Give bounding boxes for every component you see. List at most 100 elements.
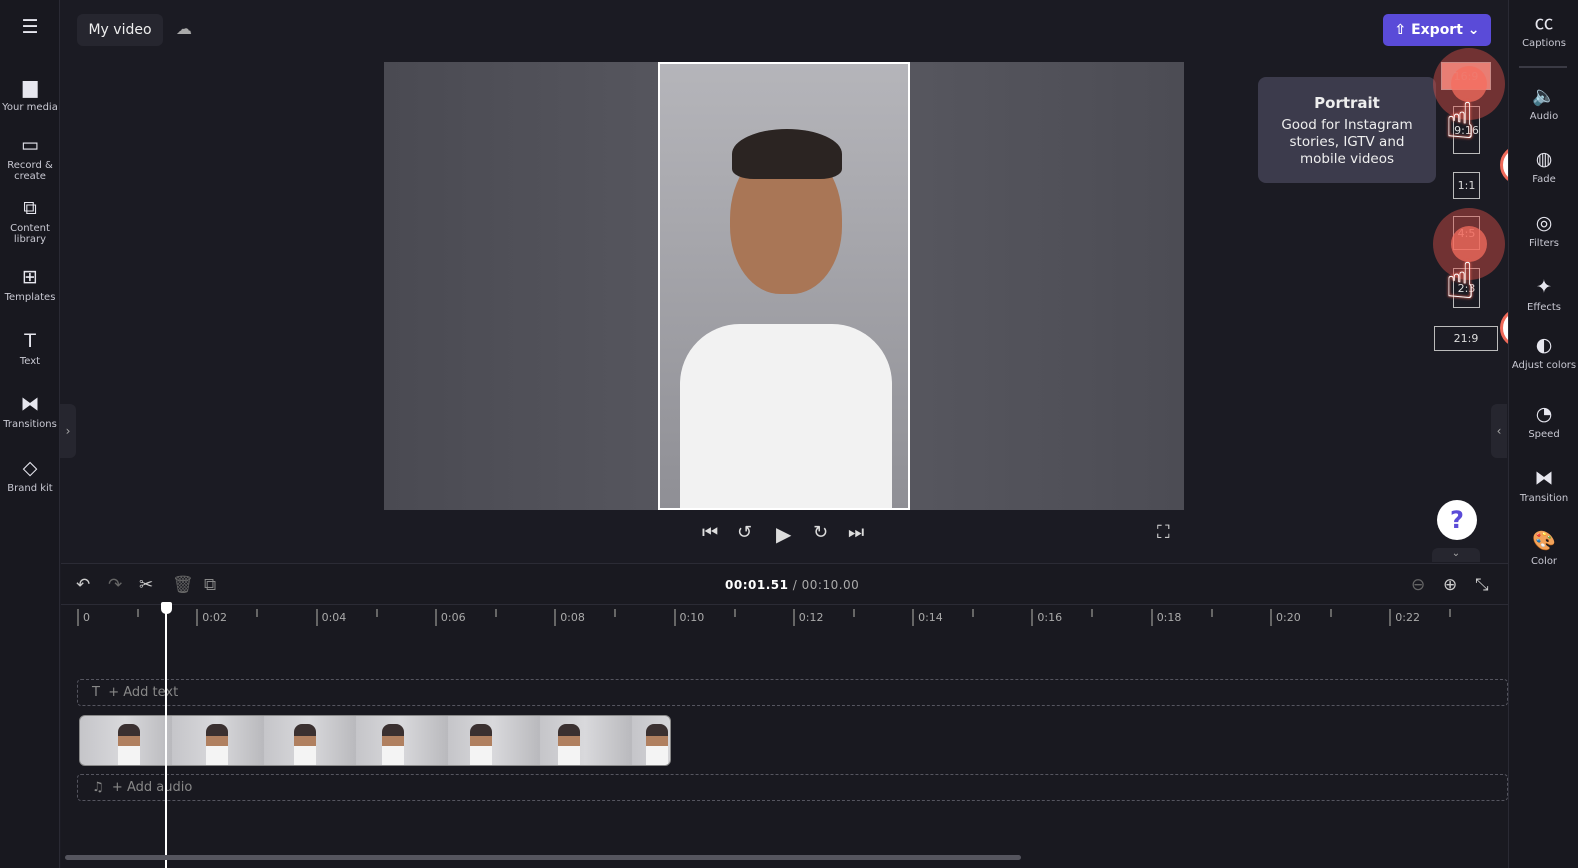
ruler-tick: 0 [77, 609, 90, 626]
help-button[interactable]: ? [1437, 500, 1477, 540]
nav-record-create[interactable]: ▭ Record & create [0, 134, 60, 182]
nav-captions[interactable]: ㏄ Captions [1509, 12, 1578, 49]
text-icon: T [92, 685, 109, 700]
person-hair [732, 129, 842, 179]
forward-5-icon[interactable]: ↻ [813, 522, 828, 543]
project-title[interactable]: My video [77, 14, 163, 46]
folder-icon: ▆ [22, 76, 38, 98]
nav-text[interactable]: T Text [0, 330, 60, 367]
nav-color[interactable]: 🎨 Color [1509, 530, 1578, 567]
nav-audio[interactable]: 🔈 Audio [1509, 85, 1578, 122]
ruler-minor-tick [375, 609, 378, 617]
playhead-handle[interactable] [161, 602, 172, 614]
nav-speed[interactable]: ◔ Speed [1509, 403, 1578, 440]
tooltip-body: Good for Instagram stories, IGTV and mob… [1281, 117, 1413, 167]
export-button[interactable]: ⇧ Export ⌄ [1383, 14, 1491, 46]
tooltip: Portrait Good for Instagram stories, IGT… [1258, 77, 1436, 183]
skip-back-icon[interactable]: ⏮ [702, 522, 718, 543]
nav-templates[interactable]: ⊞ Templates [0, 266, 60, 303]
clip-thumbnail [118, 724, 140, 765]
collapse-left-button[interactable]: › [60, 404, 76, 458]
ruler-minor-tick [494, 609, 497, 617]
ruler-tick: 0:20 [1270, 609, 1301, 626]
rewind-5-icon[interactable]: ↺ [737, 522, 752, 543]
nav-transitions[interactable]: ⧓ Transitions [0, 393, 60, 430]
time-display: 00:01.51 / 00:10.00 [725, 578, 860, 592]
content-library-icon: ⧉ [23, 197, 37, 219]
nav-your-media[interactable]: ▆ Your media [0, 76, 60, 113]
play-icon[interactable]: ▶ [776, 522, 791, 546]
portrait-crop-frame[interactable] [658, 62, 910, 510]
ruler-minor-tick [1449, 609, 1452, 617]
hamburger-icon: ☰ [21, 16, 39, 38]
pointer-hand-icon: ☝ [1445, 252, 1476, 310]
nav-adjust-colors[interactable]: ◐ Adjust colors [1509, 334, 1578, 371]
transition-icon: ⧓ [1534, 467, 1554, 489]
transitions-icon: ⧓ [20, 393, 40, 415]
music-note-icon: ♫ [92, 780, 112, 795]
upload-icon: ⇧ [1394, 22, 1412, 38]
collapse-right-button[interactable]: ‹ [1491, 404, 1507, 458]
ruler-tick: 0:02 [196, 609, 227, 626]
undo-icon[interactable]: ↶ [76, 575, 90, 595]
fade-icon: ◍ [1535, 148, 1553, 170]
fullscreen-icon[interactable]: ⛶ [1157, 522, 1170, 543]
templates-icon: ⊞ [22, 266, 38, 288]
ruler-tick: 0:04 [315, 609, 346, 626]
nav-fade[interactable]: ◍ Fade [1509, 148, 1578, 185]
pointer-hand-icon: ☝ [1445, 92, 1476, 150]
skip-forward-icon[interactable]: ⏭ [848, 522, 864, 543]
brand-kit-icon: ◇ [22, 457, 38, 479]
ratio-21-9[interactable]: 21:9 [1434, 326, 1498, 351]
ruler-minor-tick [972, 609, 975, 617]
nav-filters[interactable]: ◎ Filters [1509, 212, 1578, 249]
add-clip-icon[interactable]: ⧉ [204, 575, 216, 595]
fit-timeline-icon[interactable]: ⤡ [1475, 575, 1489, 595]
nav-effects[interactable]: ✦ Effects [1509, 276, 1578, 313]
clip-thumbnail [294, 724, 316, 765]
captions-icon: ㏄ [1534, 12, 1554, 34]
timeline-scrollbar[interactable] [65, 855, 1021, 860]
ruler-minor-tick [137, 609, 139, 617]
right-sidebar: ㏄ Captions 🔈 Audio ◍ Fade ◎ Filters ✦ Effects… [1508, 0, 1578, 868]
clip-thumbnail [470, 724, 492, 765]
effects-icon: ✦ [1536, 276, 1552, 298]
camera-icon: ▭ [21, 134, 39, 156]
scissors-icon[interactable]: ✂ [139, 575, 153, 595]
ruler-minor-tick [1210, 609, 1213, 617]
video-clip[interactable] [79, 715, 671, 766]
ruler-tick: 0:16 [1031, 609, 1062, 626]
zoom-in-icon[interactable]: ⊕ [1443, 575, 1457, 595]
ruler-minor-tick [1091, 609, 1094, 617]
nav-brand-kit[interactable]: ◇ Brand kit [0, 457, 60, 494]
chevron-down-icon[interactable]: ⌄ [1432, 548, 1480, 562]
ruler-tick: 0:12 [792, 609, 824, 626]
adjust-colors-icon: ◐ [1535, 334, 1553, 356]
ruler-tick: 0:18 [1150, 609, 1181, 626]
person-shirt [680, 324, 892, 508]
clip-thumbnail [558, 724, 580, 765]
ruler-minor-tick [733, 609, 736, 617]
ruler-tick: 0:06 [434, 609, 466, 626]
tooltip-title: Portrait [1314, 94, 1380, 112]
playhead[interactable] [165, 604, 167, 868]
speed-icon: ◔ [1535, 403, 1553, 425]
ruler-minor-tick [852, 609, 855, 617]
ruler-tick: 0:14 [912, 609, 943, 626]
menu-button[interactable]: ☰ [0, 16, 60, 42]
ratio-1-1[interactable]: 1:1 [1453, 172, 1480, 199]
divider [1519, 66, 1567, 68]
divider [61, 604, 1508, 605]
ruler-minor-tick [1330, 609, 1332, 617]
chevron-down-icon: ⌄ [1462, 22, 1480, 38]
zoom-out-icon[interactable]: ⊖ [1411, 575, 1425, 595]
color-icon: 🎨 [1532, 530, 1556, 552]
add-audio-track[interactable]: ♫ + Add audio [77, 774, 1508, 801]
nav-transition[interactable]: ⧓ Transition [1509, 467, 1578, 504]
nav-content-library[interactable]: ⧉ Content library [0, 197, 60, 245]
redo-icon[interactable]: ↷ [108, 575, 122, 595]
add-text-track[interactable]: T + Add text [77, 679, 1508, 706]
trash-icon[interactable]: 🗑 [172, 575, 194, 595]
clip-thumbnail [382, 724, 404, 765]
audio-icon: 🔈 [1532, 85, 1556, 107]
